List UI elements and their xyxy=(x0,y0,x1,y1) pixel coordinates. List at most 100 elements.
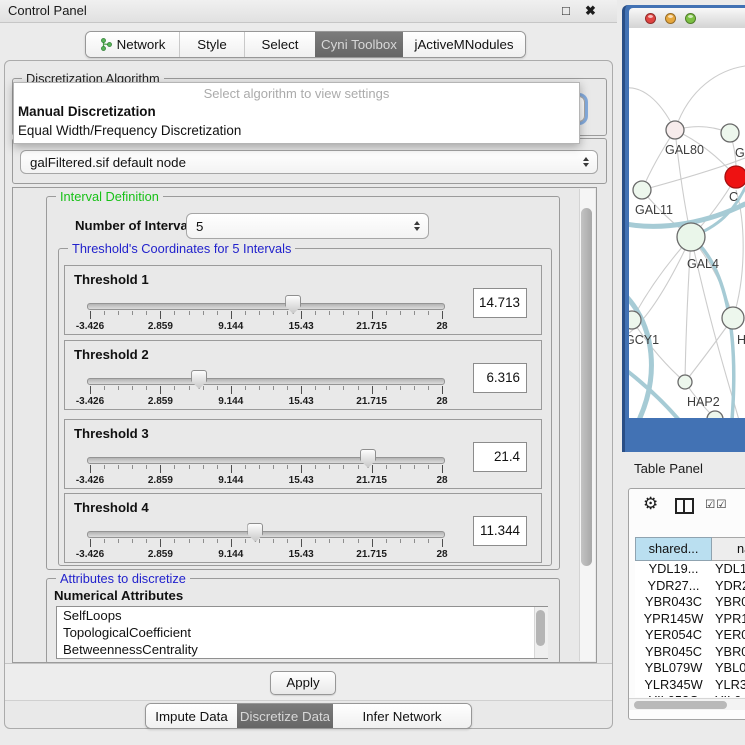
network-graph: GAL80GACGAL11GAL4GCY1HHAP2 xyxy=(629,28,745,418)
spinner-arrows-icon[interactable] xyxy=(414,221,420,231)
tab-discretize-data[interactable]: Discretize Data xyxy=(237,704,333,728)
table-row[interactable]: YER054CYER0 xyxy=(635,627,745,644)
slider-tick-labels: -3.4262.8599.14415.4321.71528 xyxy=(90,549,442,560)
horizontal-scrollbar[interactable] xyxy=(629,698,745,710)
slider-tick-labels: -3.4262.8599.14415.4321.71528 xyxy=(90,475,442,486)
network-node[interactable] xyxy=(678,375,692,389)
checkboxes-icon[interactable]: ☑☑ xyxy=(705,497,728,511)
network-node-label: GA xyxy=(735,146,745,160)
dropdown-hint: Select algorithm to view settings xyxy=(14,83,579,102)
column-header-shared-name[interactable]: shared... xyxy=(635,537,712,561)
column-header-name[interactable]: na xyxy=(712,537,745,561)
table-row[interactable]: YBL079WYBL0 xyxy=(635,660,745,677)
slider-track[interactable] xyxy=(87,457,445,464)
slider-track[interactable] xyxy=(87,378,445,385)
dropdown-option-manual[interactable]: Manual Discretization xyxy=(14,102,579,121)
table-row[interactable]: YIL052CYIL0 xyxy=(635,693,745,697)
network-node[interactable] xyxy=(629,311,641,329)
threshold-value-field[interactable]: 6.316 xyxy=(473,363,527,393)
threshold-panel-1: Threshold 1 -3.4262.8599.14415.4321.7152… xyxy=(64,265,542,335)
threshold-slider[interactable]: -3.4262.8599.14415.4321.71528 xyxy=(87,369,445,407)
table-data-combobox[interactable]: galFiltered.sif default node xyxy=(20,150,598,174)
attributes-section-title: Attributes to discretize xyxy=(56,571,190,586)
float-window-icon[interactable]: □ xyxy=(562,3,570,18)
gear-icon[interactable]: ⚙ xyxy=(643,493,658,515)
network-node[interactable] xyxy=(722,307,744,329)
slider-ticks xyxy=(90,311,442,319)
dropdown-option-equal-width[interactable]: Equal Width/Frequency Discretization xyxy=(14,121,579,140)
tab-label: jActiveMNodules xyxy=(414,37,513,52)
attribute-list-item[interactable]: SelfLoops xyxy=(57,607,547,624)
tab-infer-network[interactable]: Infer Network xyxy=(333,704,471,728)
tab-style[interactable]: Style xyxy=(179,32,244,57)
slider-ticks xyxy=(90,539,442,547)
tab-impute-data[interactable]: Impute Data xyxy=(146,704,237,728)
attribute-list-item[interactable]: TopologicalCoefficient xyxy=(57,624,547,641)
network-canvas[interactable]: GAL80GACGAL11GAL4GCY1HHAP2 xyxy=(629,28,745,418)
network-node[interactable] xyxy=(725,166,745,188)
list-scrollbar-thumb[interactable] xyxy=(536,610,545,646)
threshold-value-field[interactable]: 21.4 xyxy=(473,442,527,472)
zoom-traffic-light-icon[interactable] xyxy=(685,13,696,24)
threshold-value-field[interactable]: 14.713 xyxy=(473,288,527,318)
tab-cyni-toolbox[interactable]: Cyni Toolbox xyxy=(315,32,403,57)
close-traffic-light-icon[interactable] xyxy=(645,13,656,24)
minimize-traffic-light-icon[interactable] xyxy=(665,13,676,24)
table-row[interactable]: YBR043CYBR0 xyxy=(635,594,745,611)
threshold-panel-2: Threshold 2 -3.4262.8599.14415.4321.7152… xyxy=(64,340,542,410)
threshold-value-field[interactable]: 11.344 xyxy=(473,516,527,546)
combobox-value: galFiltered.sif default node xyxy=(30,155,186,170)
slider-ticks xyxy=(90,465,442,473)
screen: Control Panel □ ✖ Network Style Select xyxy=(0,0,745,745)
network-node-label: GCY1 xyxy=(629,333,659,347)
tab-network[interactable]: Network xyxy=(86,32,179,57)
threshold-slider[interactable]: -3.4262.8599.14415.4321.71528 xyxy=(87,522,445,560)
numerical-attributes-list[interactable]: SelfLoopsTopologicalCoefficientBetweenne… xyxy=(56,606,548,659)
divider xyxy=(5,700,612,701)
attribute-list-item[interactable]: BetweennessCentrality xyxy=(57,641,547,658)
bottom-tab-bar: Impute Data Discretize Data Infer Networ… xyxy=(145,703,472,729)
control-panel-titlebar: Control Panel □ ✖ xyxy=(0,0,617,23)
threshold-panel-4: Threshold 4 -3.4262.8599.14415.4321.7152… xyxy=(64,493,542,563)
table-panel-title: Table Panel xyxy=(634,461,703,476)
network-node[interactable] xyxy=(633,181,651,199)
tab-label: Discretize Data xyxy=(240,709,330,724)
horizontal-scrollbar-thumb[interactable] xyxy=(634,701,727,709)
table-row[interactable]: YDR27...YDR2 xyxy=(635,578,745,595)
number-of-intervals-label: Number of Intervals xyxy=(75,218,199,233)
network-icon xyxy=(100,38,112,51)
tab-label: Select xyxy=(262,37,299,52)
threshold-slider[interactable]: -3.4262.8599.14415.4321.71528 xyxy=(87,294,445,332)
close-icon[interactable]: ✖ xyxy=(585,3,596,19)
spinner-arrows-icon[interactable] xyxy=(583,157,589,167)
columns-icon[interactable] xyxy=(675,498,694,514)
table-row[interactable]: YPR145WYPR1 xyxy=(635,611,745,628)
network-node[interactable] xyxy=(721,124,739,142)
table-row[interactable]: YLR345WYLR3 xyxy=(635,677,745,694)
network-node-label: H xyxy=(737,333,745,347)
slider-track[interactable] xyxy=(87,303,445,310)
slider-ticks xyxy=(90,386,442,394)
table-row[interactable]: YBR045CYBR0 xyxy=(635,644,745,661)
network-node-label: GAL11 xyxy=(635,203,673,217)
network-node[interactable] xyxy=(677,223,705,251)
slider-tick-labels: -3.4262.8599.14415.4321.71528 xyxy=(90,396,442,407)
apply-button[interactable]: Apply xyxy=(270,671,336,695)
network-node-label: C xyxy=(729,190,738,204)
tab-select[interactable]: Select xyxy=(244,32,315,57)
table-rows: YDL19...YDL1YDR27...YDR2YBR043CYBR0YPR14… xyxy=(635,561,745,697)
tab-label: Network xyxy=(117,37,166,52)
threshold-label: Threshold 4 xyxy=(74,500,149,515)
thresholds-section-title: Threshold's Coordinates for 5 Intervals xyxy=(68,241,295,256)
threshold-slider[interactable]: -3.4262.8599.14415.4321.71528 xyxy=(87,448,445,486)
network-node[interactable] xyxy=(666,121,684,139)
tab-label: Impute Data xyxy=(155,709,227,724)
slider-track[interactable] xyxy=(87,531,445,538)
scrollbar-thumb[interactable] xyxy=(581,208,592,566)
number-of-intervals-combobox[interactable]: 5 xyxy=(186,213,429,239)
tab-jactivemnodules[interactable]: jActiveMNodules xyxy=(403,32,525,57)
threshold-panel-3: Threshold 3 -3.4262.8599.14415.4321.7152… xyxy=(64,419,542,489)
network-node-label: GAL80 xyxy=(665,143,704,157)
table-row[interactable]: YDL19...YDL1 xyxy=(635,561,745,578)
threshold-label: Threshold 2 xyxy=(74,347,149,362)
